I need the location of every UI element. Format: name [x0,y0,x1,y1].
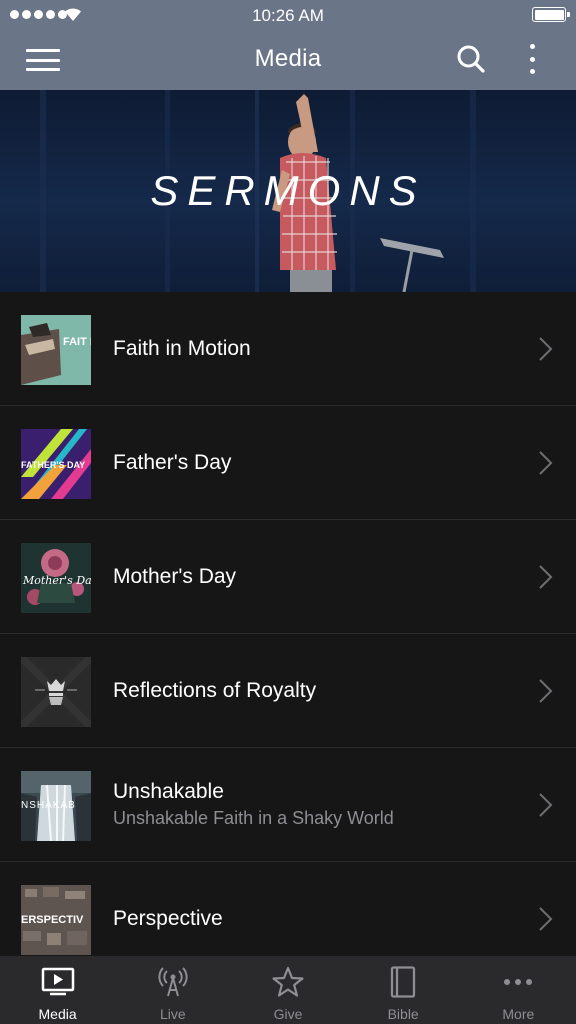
sermon-thumbnail [21,657,91,727]
page-title: Media [254,45,322,72]
tab-more[interactable]: More [461,956,576,1024]
list-item-title: Mother's Day [113,565,237,588]
list-item-perspective[interactable]: ERSPECTIV Perspective [0,862,576,956]
chevron-right-icon [539,793,553,817]
tab-give[interactable]: Give [230,956,345,1024]
nav-bar: Media [0,32,576,90]
tab-live[interactable]: Live [115,956,230,1024]
svg-text:ERSPECTIV: ERSPECTIV [21,914,84,926]
chevron-right-icon [539,451,553,475]
svg-text:FAIT IN MOT: FAIT IN MOT [63,336,91,348]
more-options-icon[interactable] [522,42,542,76]
list-item-faith-in-motion[interactable]: FAIT IN MOT Faith in Motion [0,292,576,406]
list-item-reflections-of-royalty[interactable]: Reflections of Royalty [0,634,576,748]
list-item-title: Father's Day [113,451,232,474]
sermon-list: FAIT IN MOT Faith in Motion FATHER'S DAY… [0,292,576,956]
list-item-mothers-day[interactable]: Mother's Da Mother's Day [0,520,576,634]
chevron-right-icon [539,337,553,361]
list-item-title: Perspective [113,907,223,930]
sermon-thumbnail: Mother's Da [21,543,91,613]
media-icon [41,967,74,996]
svg-text:FATHER'S DAY: FATHER'S DAY [21,460,85,470]
list-item-title: Unshakable [113,780,224,803]
sermons-banner: SERMONS [0,90,576,292]
status-time: 10:26 AM [252,6,324,25]
battery-icon [532,7,570,22]
tab-label: Live [159,1006,186,1022]
sermon-thumbnail: FAIT IN MOT [21,315,91,385]
top-bar: 10:26 AM Media [0,0,576,90]
list-item-unshakable[interactable]: NSHAKAB Unshakable Unshakable Faith in a… [0,748,576,862]
list-item-title: Faith in Motion [113,337,251,360]
status-bar: 10:26 AM [0,0,576,32]
tab-label: Media [38,1006,77,1022]
banner-title: SERMONS [150,167,426,214]
tab-bible[interactable]: Bible [346,956,461,1024]
sermon-thumbnail: FATHER'S DAY [21,429,91,499]
book-icon [391,966,416,998]
sermon-thumbnail: ERSPECTIV [21,885,91,955]
star-icon [272,966,304,997]
tab-label: Bible [387,1006,419,1022]
tab-label: More [502,1006,535,1022]
sermon-thumbnail: NSHAKAB [21,771,91,841]
svg-text:NSHAKAB: NSHAKAB [21,800,76,811]
chevron-right-icon [539,907,553,931]
chevron-right-icon [539,565,553,589]
tab-media[interactable]: Media [0,956,115,1024]
chevron-right-icon [539,679,553,703]
tab-label: Give [273,1006,303,1022]
tab-bar: Media Live Give Bible More [0,956,576,1024]
list-item-subtitle: Unshakable Faith in a Shaky World [113,808,394,828]
list-item-fathers-day[interactable]: FATHER'S DAY Father's Day [0,406,576,520]
broadcast-icon [158,967,188,997]
search-icon[interactable] [456,44,486,74]
svg-text:Mother's Da: Mother's Da [22,574,91,587]
ellipsis-icon [504,979,533,985]
list-item-title: Reflections of Royalty [113,679,317,702]
